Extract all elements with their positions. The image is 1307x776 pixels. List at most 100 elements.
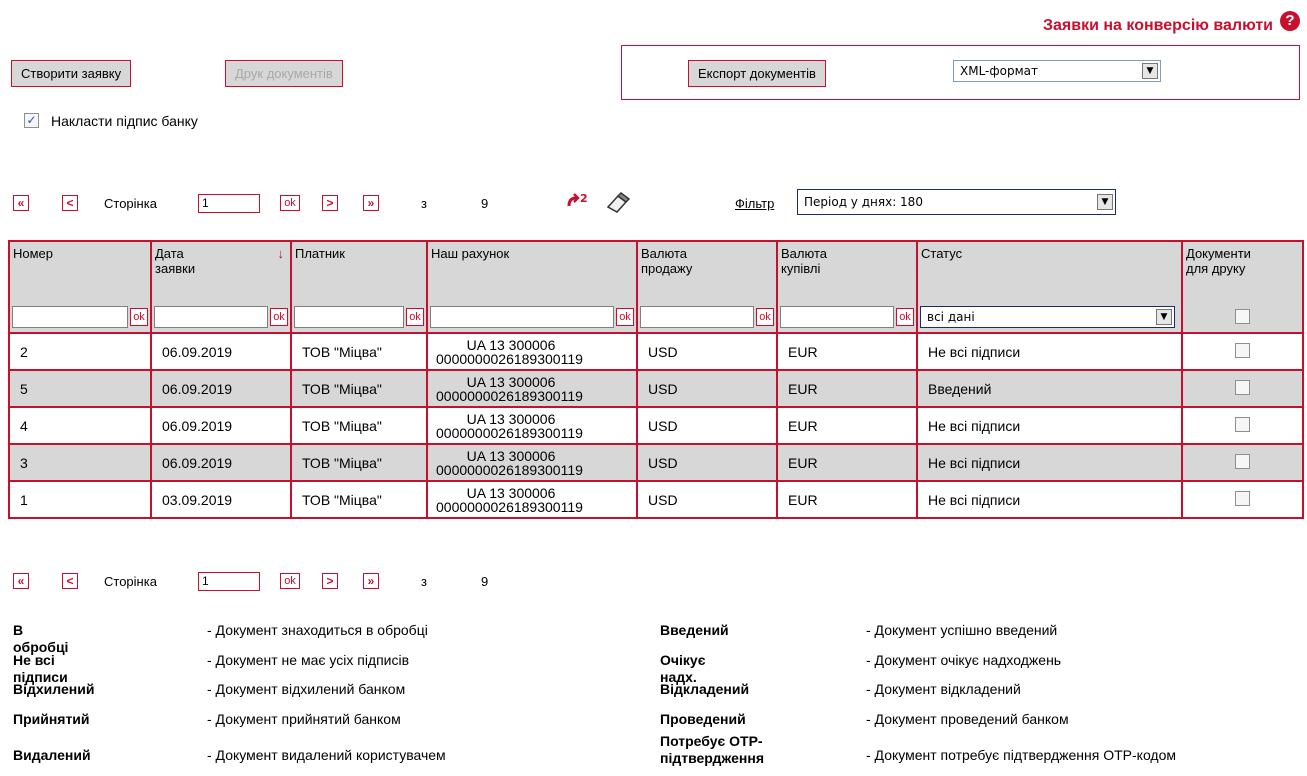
cell-buy-currency: EUR (776, 443, 918, 482)
account-line-1: UA 13 300006 (466, 484, 556, 501)
filter-link[interactable]: Фільтр (735, 196, 774, 211)
select-all-checkbox[interactable] (1235, 309, 1250, 324)
go-page-ok-button[interactable]: ok (280, 195, 300, 211)
prev-page-button[interactable]: < (62, 195, 78, 211)
cell-number: 3 (8, 443, 152, 482)
cell-date: 06.09.2019 (150, 406, 292, 445)
column-header-account[interactable]: Наш рахунок ok (426, 240, 638, 334)
account-line-2: 0000000026189300119 (436, 461, 583, 478)
next-page-button[interactable]: > (322, 195, 338, 211)
last-page-button[interactable]: » (363, 195, 379, 211)
print-checkbox[interactable] (1235, 342, 1250, 358)
print-checkbox[interactable] (1235, 490, 1250, 506)
export-documents-button[interactable]: Експорт документів (688, 60, 826, 87)
legend-description: - Документ відкладений (866, 681, 1021, 697)
filter-sell-input[interactable] (640, 306, 754, 328)
cell-number: 5 (8, 369, 152, 408)
print-checkbox[interactable] (1235, 379, 1250, 395)
cell-payer: ТОВ "Міцва" (290, 406, 428, 445)
legend-term: Видалений (13, 747, 91, 763)
table-row[interactable]: 2 06.09.2019 ТОВ "Міцва" UA 13 300006 000000… (8, 332, 1304, 371)
column-header-label: Валюта купівлі (781, 246, 827, 276)
account-line-1: UA 13 300006 (466, 336, 556, 353)
cell-print (1181, 480, 1304, 519)
cell-account: UA 13 300006 0000000026189300119 (426, 406, 638, 445)
print-checkbox[interactable] (1235, 453, 1250, 469)
legend-description: - Документ знаходиться в обробці (207, 622, 428, 638)
create-request-button[interactable]: Створити заявку (11, 60, 132, 87)
filter-ok-button[interactable]: ok (756, 308, 774, 326)
cell-sell-currency: USD (636, 332, 778, 371)
last-page-button-bottom[interactable]: » (363, 573, 379, 589)
cell-payer: ТОВ "Міцва" (290, 480, 428, 519)
table-row[interactable]: 4 06.09.2019 ТОВ "Міцва" UA 13 300006 000000… (8, 406, 1304, 445)
legend-term: Відкладений (660, 681, 750, 697)
refresh-icon[interactable]: 2 (565, 190, 591, 215)
column-header-label: Платник (295, 246, 345, 261)
cell-status: Не всі підписи (916, 443, 1183, 482)
bank-signature-checkbox[interactable]: ✓ (24, 112, 39, 128)
column-header-print-docs[interactable]: Документи для друку (1181, 240, 1304, 334)
print-documents-button[interactable]: Друк документів (225, 60, 343, 87)
legend-term: Введений (660, 622, 729, 638)
column-header-label: Наш рахунок (431, 246, 510, 261)
first-page-button-bottom[interactable]: « (13, 573, 29, 589)
cell-sell-currency: USD (636, 443, 778, 482)
column-header-sell-currency[interactable]: Валюта продажу ok (636, 240, 778, 334)
status-filter-value: всі дані (927, 310, 975, 324)
cell-number: 1 (8, 480, 152, 519)
page-number-input[interactable]: 1 (198, 194, 260, 213)
cell-buy-currency: EUR (776, 332, 918, 371)
filter-account-input[interactable] (430, 306, 614, 328)
column-header-label: Номер (13, 246, 54, 261)
legend-description: - Документ потребує підтвердження OTP-ко… (866, 747, 1177, 763)
export-format-select[interactable]: XML-формат ▼ (953, 60, 1161, 82)
period-filter-select[interactable]: Період у днях: 180 ▼ (797, 189, 1116, 215)
sort-down-icon: ↓ (277, 246, 285, 261)
legend-description: - Документ проведений банком (866, 711, 1069, 727)
column-header-buy-currency[interactable]: Валюта купівлі ok (776, 240, 918, 334)
cell-buy-currency: EUR (776, 369, 918, 408)
legend-description: - Документ не має усіх підписів (207, 652, 410, 668)
column-header-label: Валюта продажу (641, 246, 693, 276)
status-filter-select[interactable]: всі дані ▼ (920, 306, 1175, 328)
filter-ok-button[interactable]: ok (130, 308, 148, 326)
bank-signature-label: Накласти підпис банку (51, 113, 198, 129)
legend-description: - Документ успішно введений (866, 622, 1058, 638)
filter-buy-input[interactable] (780, 306, 894, 328)
cell-date: 06.09.2019 (150, 332, 292, 371)
filter-ok-button[interactable]: ok (896, 308, 914, 326)
column-header-label: Дата заявки (155, 246, 196, 276)
column-header-date[interactable]: Дата заявки ↓ ok (150, 240, 292, 334)
filter-ok-button[interactable]: ok (270, 308, 288, 326)
page-number-input-bottom[interactable]: 1 (198, 572, 260, 591)
account-line-1: UA 13 300006 (466, 410, 556, 427)
filter-date-input[interactable] (154, 306, 268, 328)
column-header-payer[interactable]: Платник ok (290, 240, 428, 334)
column-header-number[interactable]: Номер ok (8, 240, 152, 334)
print-checkbox[interactable] (1235, 416, 1250, 432)
cell-date: 06.09.2019 (150, 369, 292, 408)
table-row[interactable]: 1 03.09.2019 ТОВ "Міцва" UA 13 300006 000000… (8, 480, 1304, 519)
cell-print (1181, 332, 1304, 371)
table-row[interactable]: 5 06.09.2019 ТОВ "Міцва" UA 13 300006 000000… (8, 369, 1304, 408)
filter-number-input[interactable] (12, 306, 128, 328)
cell-sell-currency: USD (636, 369, 778, 408)
next-page-button-bottom[interactable]: > (322, 573, 338, 589)
filter-ok-button[interactable]: ok (616, 308, 634, 326)
help-icon[interactable]: ? (1280, 11, 1300, 31)
eraser-icon[interactable] (605, 191, 631, 216)
table-row[interactable]: 3 06.09.2019 ТОВ "Міцва" UA 13 300006 000000… (8, 443, 1304, 482)
checkmark-icon: ✓ (24, 113, 39, 128)
filter-payer-input[interactable] (294, 306, 404, 328)
account-line-2: 0000000026189300119 (436, 424, 583, 441)
first-page-button[interactable]: « (13, 195, 29, 211)
page-title: Заявки на конверсію валюти (1043, 17, 1273, 34)
prev-page-button-bottom[interactable]: < (62, 573, 78, 589)
filter-ok-button[interactable]: ok (406, 308, 424, 326)
column-header-status[interactable]: Статус всі дані ▼ (916, 240, 1183, 334)
account-line-2: 0000000026189300119 (436, 387, 583, 404)
cell-buy-currency: EUR (776, 480, 918, 519)
account-line-1: UA 13 300006 (466, 447, 556, 464)
go-page-ok-button-bottom[interactable]: ok (280, 573, 300, 589)
